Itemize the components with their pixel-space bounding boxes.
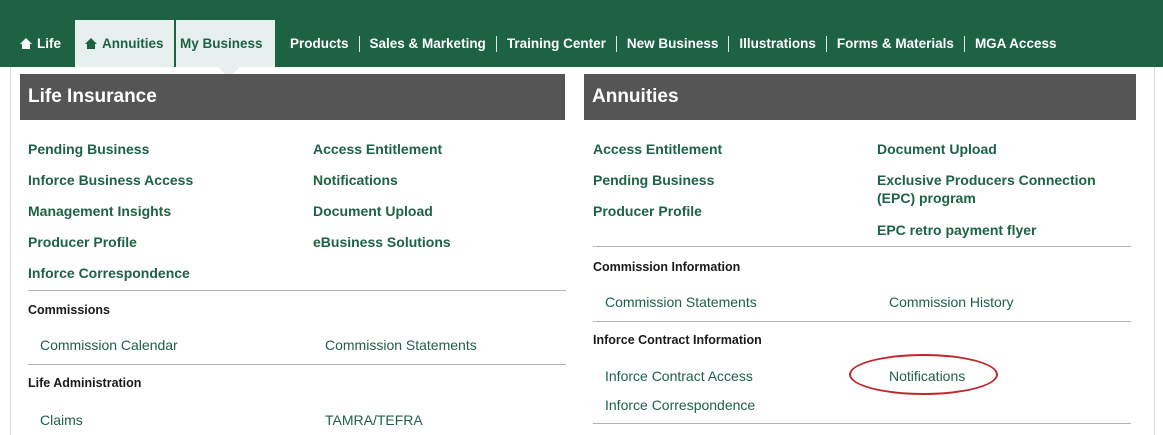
nav-tab-annuities-label: Annuities xyxy=(102,36,164,51)
life-link-commission-calendar[interactable]: Commission Calendar xyxy=(40,337,178,353)
life-section-commissions: Commissions xyxy=(28,303,110,317)
nav-link-products[interactable]: Products xyxy=(280,36,359,51)
section-divider xyxy=(593,246,1131,247)
home-icon xyxy=(85,38,97,49)
nav-tab-annuities[interactable]: Annuities xyxy=(75,20,174,67)
annuities-section-inforce-contract-information: Inforce Contract Information xyxy=(593,333,762,347)
life-link-ebusiness-solutions[interactable]: eBusiness Solutions xyxy=(313,233,451,251)
annuities-link-access-entitlement[interactable]: Access Entitlement xyxy=(593,140,722,158)
nav-separator xyxy=(963,35,965,52)
nav-tab-life-label: Life xyxy=(37,36,62,51)
annuities-header: Annuities xyxy=(584,74,1136,120)
nav-link-forms-materials[interactable]: Forms & Materials xyxy=(827,36,964,51)
nav-tab-my-business[interactable]: My Business xyxy=(176,20,275,67)
life-link-producer-profile[interactable]: Producer Profile xyxy=(28,233,137,251)
nav-separator xyxy=(615,35,617,52)
nav-separator xyxy=(825,35,827,52)
section-divider xyxy=(593,321,1131,322)
nav-separator xyxy=(358,35,360,52)
main-nav-links: Products Sales & Marketing Training Cent… xyxy=(280,20,1066,67)
life-link-inforce-business-access[interactable]: Inforce Business Access xyxy=(28,171,193,189)
nav-link-new-business[interactable]: New Business xyxy=(617,36,729,51)
life-link-tamra-tefra[interactable]: TAMRA/TEFRA xyxy=(325,412,423,428)
life-link-pending-business[interactable]: Pending Business xyxy=(28,140,149,158)
annuities-link-epc-retro-payment-flyer[interactable]: EPC retro payment flyer xyxy=(877,221,1037,239)
annuities-link-epc-program[interactable]: Exclusive Producers Connection (EPC) pro… xyxy=(877,171,1117,207)
top-navigation: Life Annuities My Business Products Sale… xyxy=(0,0,1163,67)
nav-separator xyxy=(495,35,497,52)
nav-link-training-center[interactable]: Training Center xyxy=(497,36,616,51)
life-insurance-column: Life Insurance xyxy=(20,74,565,120)
life-link-claims[interactable]: Claims xyxy=(40,412,83,428)
annuities-link-inforce-contract-access[interactable]: Inforce Contract Access xyxy=(605,368,753,384)
nav-link-mga-access[interactable]: MGA Access xyxy=(965,36,1067,51)
annuities-link-pending-business[interactable]: Pending Business xyxy=(593,171,714,189)
life-link-commission-statements[interactable]: Commission Statements xyxy=(325,337,477,353)
life-insurance-header: Life Insurance xyxy=(20,74,565,120)
highlight-circle xyxy=(849,354,998,395)
home-icon xyxy=(20,38,32,49)
section-divider xyxy=(28,364,566,365)
nav-tab-life[interactable]: Life xyxy=(10,20,71,67)
life-link-document-upload[interactable]: Document Upload xyxy=(313,202,433,220)
nav-separator xyxy=(728,35,730,52)
annuities-link-commission-history[interactable]: Commission History xyxy=(889,294,1013,310)
section-divider xyxy=(28,290,566,291)
nav-tab-my-business-label: My Business xyxy=(180,36,263,51)
annuities-section-commission-information: Commission Information xyxy=(593,260,741,274)
annuities-link-commission-statements[interactable]: Commission Statements xyxy=(605,294,757,310)
nav-link-illustrations[interactable]: Illustrations xyxy=(729,36,826,51)
annuities-link-producer-profile[interactable]: Producer Profile xyxy=(593,202,702,220)
section-divider xyxy=(593,423,1131,424)
life-link-notifications[interactable]: Notifications xyxy=(313,171,398,189)
annuities-link-document-upload[interactable]: Document Upload xyxy=(877,140,997,158)
life-link-inforce-correspondence[interactable]: Inforce Correspondence xyxy=(28,264,190,282)
life-link-access-entitlement[interactable]: Access Entitlement xyxy=(313,140,442,158)
nav-link-sales-marketing[interactable]: Sales & Marketing xyxy=(360,36,496,51)
life-link-management-insights[interactable]: Management Insights xyxy=(28,202,171,220)
life-section-administration: Life Administration xyxy=(28,376,142,390)
annuities-column: Annuities xyxy=(584,74,1136,120)
annuities-link-inforce-correspondence[interactable]: Inforce Correspondence xyxy=(605,397,755,413)
